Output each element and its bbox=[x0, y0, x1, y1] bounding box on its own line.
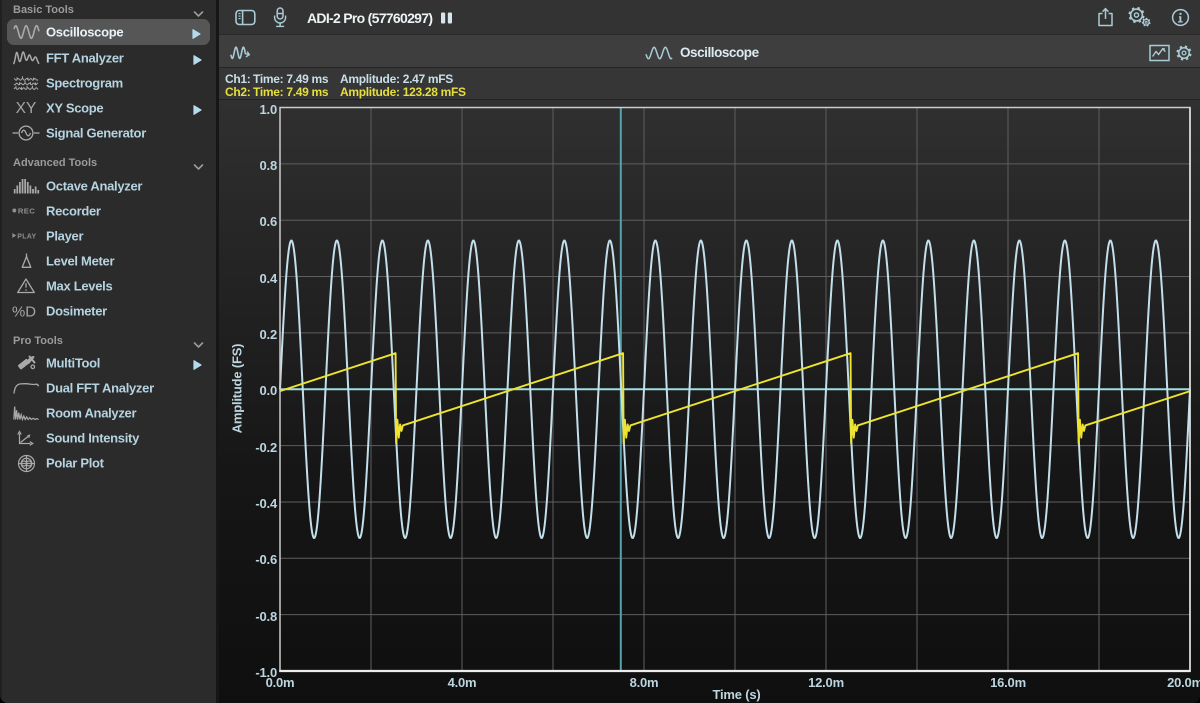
svg-text:PLAY: PLAY bbox=[17, 233, 36, 240]
svg-text:REC: REC bbox=[18, 207, 35, 216]
svg-text:XY: XY bbox=[16, 100, 37, 117]
svg-text:%D: %D bbox=[12, 303, 36, 319]
